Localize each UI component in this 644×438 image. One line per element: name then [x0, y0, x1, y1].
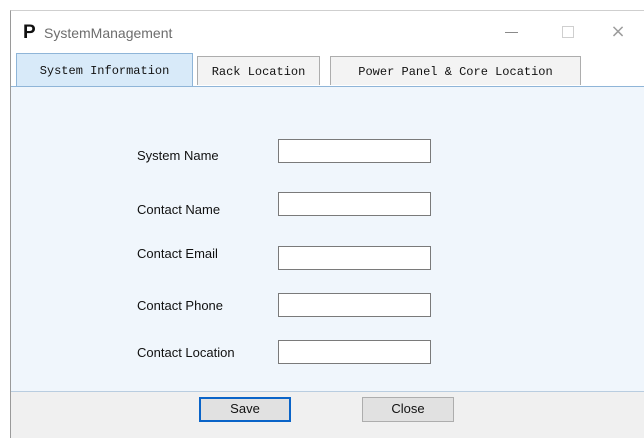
system-name-input[interactable]: [278, 139, 431, 163]
contact-name-label: Contact Name: [137, 202, 221, 217]
system-management-window: P SystemManagement × System Information …: [10, 10, 644, 438]
contact-location-input[interactable]: [278, 340, 431, 364]
title-bar[interactable]: P SystemManagement ×: [11, 11, 644, 53]
close-window-button[interactable]: ×: [607, 21, 629, 43]
tab-power-panel-core-location[interactable]: Power Panel & Core Location: [330, 56, 581, 85]
maximize-button[interactable]: [557, 21, 579, 43]
contact-phone-label: Contact Phone: [137, 298, 224, 313]
window-title: SystemManagement: [44, 25, 173, 41]
system-name-label: System Name: [137, 148, 219, 163]
contact-phone-input[interactable]: [278, 293, 431, 317]
contact-location-label: Contact Location: [137, 345, 235, 360]
maximize-icon: [562, 26, 574, 38]
system-information-panel: System Name Contact Name Contact Email C…: [11, 86, 644, 392]
contact-email-label: Contact Email: [137, 246, 218, 261]
tab-strip: System Information Rack Location Power P…: [11, 53, 644, 87]
minimize-button[interactable]: [501, 21, 523, 43]
minimize-icon: [505, 32, 518, 33]
close-button[interactable]: Close: [362, 397, 454, 422]
app-logo-icon: P: [23, 22, 36, 43]
close-icon: ×: [610, 21, 626, 42]
contact-name-input[interactable]: [278, 192, 431, 216]
contact-email-input[interactable]: [278, 246, 431, 270]
tab-system-information[interactable]: System Information: [16, 53, 193, 86]
save-button[interactable]: Save: [199, 397, 291, 422]
tab-rack-location[interactable]: Rack Location: [197, 56, 320, 85]
